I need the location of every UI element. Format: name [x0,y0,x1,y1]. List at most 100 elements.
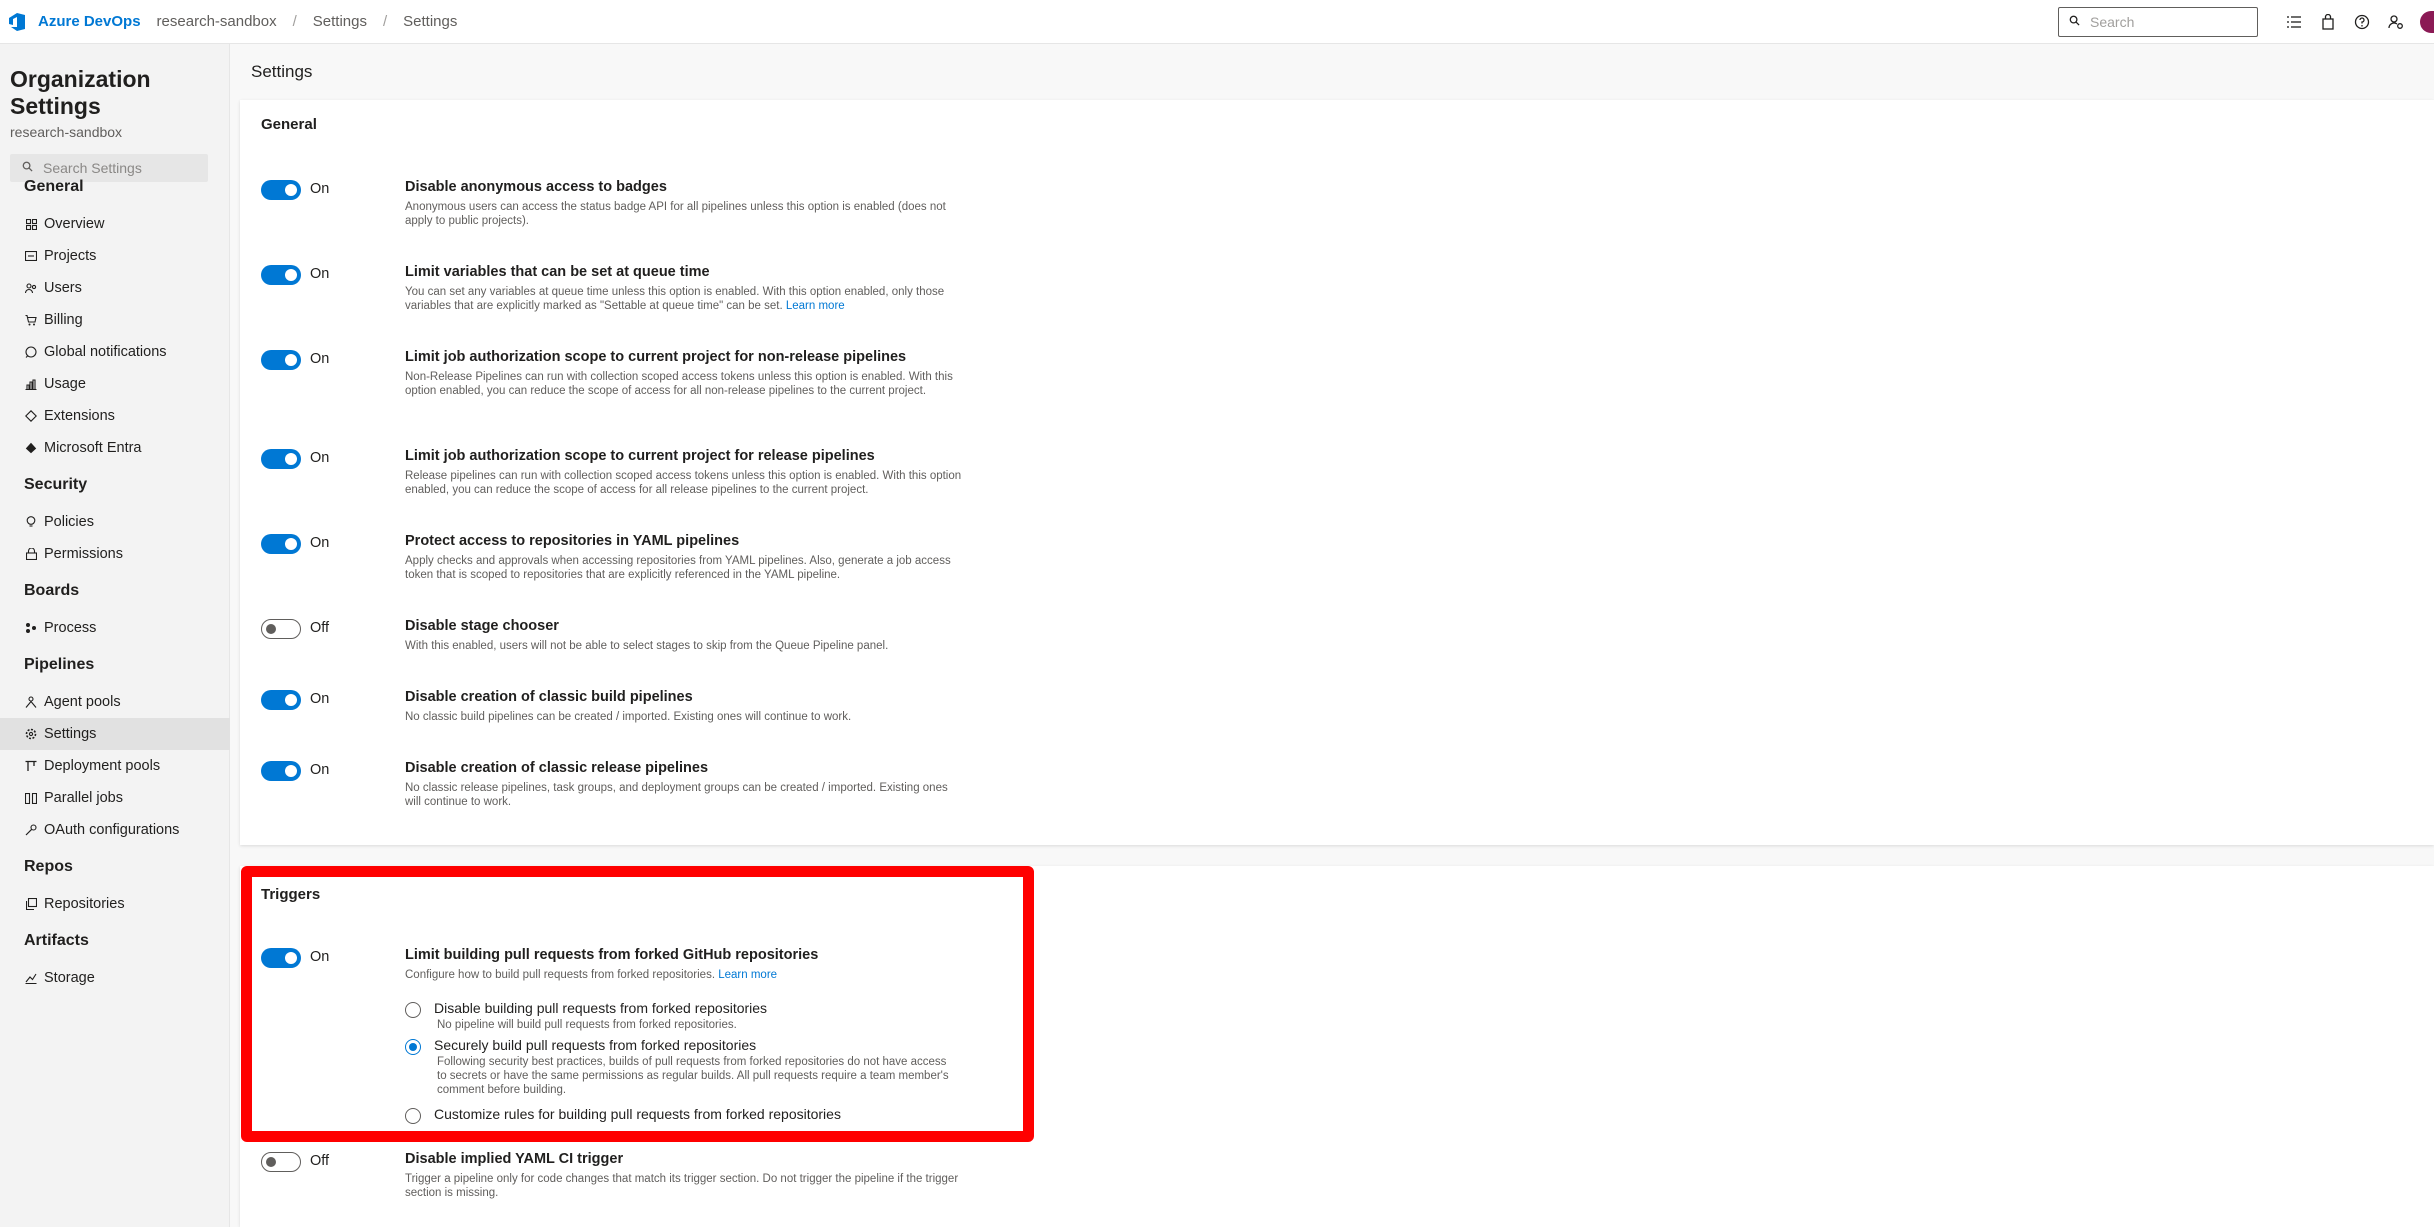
sidebar-item-label: Overview [44,216,105,232]
sidebar-search-input[interactable] [43,160,203,176]
policies-icon [24,515,38,529]
radio-button[interactable] [405,1002,421,1018]
azure-devops-logo-icon[interactable] [6,11,28,33]
setting-description: Apply checks and approvals when accessin… [405,555,951,581]
general-settings-card: General On Disable anonymous access to b… [240,100,2434,845]
sidebar-item-permissions[interactable]: Permissions [0,538,230,570]
shopping-bag-icon[interactable] [2318,12,2338,32]
setting-title: Disable anonymous access to badges [405,179,667,195]
breadcrumb-separator: / [383,13,388,30]
user-settings-icon[interactable] [2386,12,2406,32]
toggle-switch[interactable] [261,948,301,968]
sidebar-item-label: Process [44,620,97,636]
toggle-switch[interactable] [261,761,301,781]
radio-label: Customize rules for building pull reques… [434,1106,841,1122]
sidebar-item-oauth-configurations[interactable]: OAuth configurations [0,814,230,846]
toggle-switch[interactable] [261,534,301,554]
toggle-switch[interactable] [261,350,301,370]
projects-icon [24,249,38,263]
sidebar-item-policies[interactable]: Policies [0,506,230,538]
general-section-heading: General [261,116,317,133]
breadcrumb-organization[interactable]: research-sandbox [157,13,277,30]
learn-more-link[interactable]: Learn more [786,300,845,312]
sidebar-item-label: Microsoft Entra [44,440,142,456]
users-icon [24,281,38,295]
radio-label: Securely build pull requests from forked… [434,1037,757,1053]
sidebar-item-billing[interactable]: Billing [0,304,230,336]
sidebar-item-repositories[interactable]: Repositories [0,888,230,920]
setting-title: Limit job authorization scope to current… [405,349,907,365]
sidebar-title: Organization Settings [10,66,151,119]
help-icon[interactable] [2352,12,2372,32]
brand-link[interactable]: Azure DevOps [38,13,141,30]
sidebar-heading-pipelines: Pipelines [24,656,95,673]
sidebar-heading-boards: Boards [24,582,80,599]
billing-icon [24,313,38,327]
storage-icon [24,971,38,985]
agent-pools-icon [24,695,38,709]
sidebar-item-storage[interactable]: Storage [0,962,230,994]
top-bar: Azure DevOps research-sandbox / Settings… [0,0,2434,44]
radio-button[interactable] [405,1108,421,1124]
sidebar-item-overview[interactable]: Overview [0,208,230,240]
sidebar-item-microsoft-entra[interactable]: Microsoft Entra [0,432,230,464]
setting-description: No classic build pipelines can be create… [405,711,852,723]
sidebar-item-process[interactable]: Process [0,612,230,644]
sidebar-item-label: OAuth configurations [44,822,180,838]
breadcrumb-separator: / [292,13,297,30]
setting-description: Non-Release Pipelines can run with colle… [405,371,953,397]
sidebar-item-label: Deployment pools [44,758,161,774]
toggle-switch[interactable] [261,619,301,639]
learn-more-link[interactable]: Learn more [718,969,777,981]
breadcrumb-settings[interactable]: Settings [313,13,367,30]
breadcrumb-current[interactable]: Settings [403,13,457,30]
sidebar-item-parallel-jobs[interactable]: Parallel jobs [0,782,230,814]
task-list-icon[interactable] [2284,12,2304,32]
sidebar-item-usage[interactable]: Usage [0,368,230,400]
setting-title: Disable creation of classic build pipeli… [405,689,693,705]
sidebar-item-label: Parallel jobs [44,790,123,806]
toggle-switch[interactable] [261,1152,301,1172]
toggle-state-label: Off [310,1153,330,1169]
setting-description: No classic release pipelines, task group… [405,782,948,808]
search-icon [2069,13,2080,31]
setting-title: Protect access to repositories in YAML p… [405,533,740,549]
setting-description-text: Configure how to build pull requests fro… [405,969,716,981]
overview-icon [24,217,38,231]
radio-button-selected[interactable] [405,1039,421,1055]
entra-icon [24,441,38,455]
toggle-switch[interactable] [261,690,301,710]
toggle-state-label: On [310,351,330,367]
radio-description: Following security best practices, build… [437,1056,949,1096]
sidebar-item-settings[interactable]: Settings [0,718,230,750]
search-icon [22,159,33,177]
setting-title: Limit building pull requests from forked… [405,947,819,963]
sidebar-item-label: Permissions [44,546,123,562]
sidebar-item-label: Usage [44,376,86,392]
setting-description: Configure how to build pull requests fro… [405,968,965,982]
sidebar-item-label: Policies [44,514,94,530]
setting-description: With this enabled, users will not be abl… [405,640,889,652]
avatar[interactable] [2420,11,2434,33]
sidebar-item-extensions[interactable]: Extensions [0,400,230,432]
toggle-switch[interactable] [261,449,301,469]
sidebar-item-global-notifications[interactable]: Global notifications [0,336,230,368]
setting-description: Anonymous users can access the status ba… [405,201,946,227]
permissions-icon [24,547,38,561]
toggle-state-label: Off [310,620,330,636]
top-search-box[interactable] [2058,7,2258,37]
sidebar-item-projects[interactable]: Projects [0,240,230,272]
sidebar-item-agent-pools[interactable]: Agent pools [0,686,230,718]
toggle-switch[interactable] [261,265,301,285]
sidebar-item-deployment-pools[interactable]: Deployment pools [0,750,230,782]
top-search-input[interactable] [2090,14,2250,30]
sidebar-item-label: Global notifications [44,344,167,360]
toggle-state-label: On [310,266,330,282]
setting-title: Disable implied YAML CI trigger [405,1151,624,1167]
sidebar-item-users[interactable]: Users [0,272,230,304]
toggle-switch[interactable] [261,180,301,200]
sidebar-subtitle: research-sandbox [10,124,123,140]
deployment-pools-icon [24,759,38,773]
settings-sidebar: Organization Settings research-sandbox G… [0,44,230,1227]
sidebar-heading-repos: Repos [24,858,73,875]
